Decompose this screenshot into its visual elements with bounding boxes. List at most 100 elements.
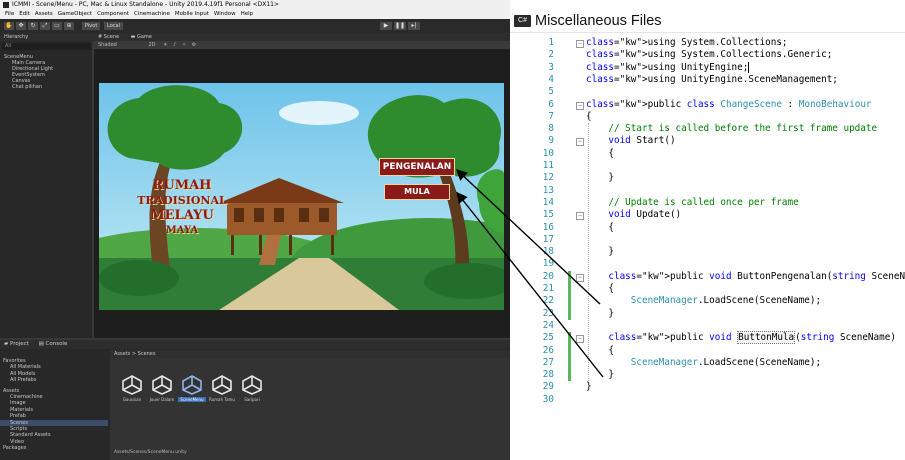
scene-asset[interactable]: Saripari xyxy=(238,374,266,402)
menu-file[interactable]: File xyxy=(5,11,14,17)
game-title: RUMAH TRADISIONAL MELAYU MAYA xyxy=(137,178,227,238)
unity-app-icon xyxy=(3,2,9,8)
hierarchy-item[interactable]: Chat pilihan xyxy=(4,84,53,90)
lighting-icon[interactable]: ☀ xyxy=(163,42,167,48)
gizmos-icon[interactable]: ⚙ xyxy=(192,42,196,48)
menu-gameobject[interactable]: GameObject xyxy=(58,11,92,17)
code-line[interactable]: } xyxy=(586,172,614,184)
code-line[interactable]: SceneManager.LoadScene(SceneName); xyxy=(586,295,821,307)
scene-asset[interactable]: Gaussian xyxy=(118,374,146,402)
code-line[interactable]: class="kw">using UnityEngine; xyxy=(586,61,750,74)
tab-scene[interactable]: Scene xyxy=(104,34,119,40)
line-number: 8 xyxy=(548,123,554,135)
pengenalan-button[interactable]: PENGENALAN xyxy=(379,158,455,176)
menu-assets[interactable]: Assets xyxy=(35,11,53,17)
line-number: 19 xyxy=(542,258,554,270)
tree-item[interactable]: Packages xyxy=(0,445,108,451)
code-line[interactable]: class="kw">public void ButtonPengenalan(… xyxy=(586,271,905,283)
tree-item[interactable]: All Prefabs xyxy=(0,377,108,383)
menu-mobile-input[interactable]: Mobile Input xyxy=(175,11,209,17)
scale-tool-icon[interactable]: ⤢ xyxy=(40,22,50,30)
play-icon[interactable]: ▶ xyxy=(380,22,392,30)
game-title-line: MAYA xyxy=(165,225,199,236)
scene-asset-selected[interactable]: SceneMenu xyxy=(178,374,206,402)
collapse-toggle-icon[interactable]: − xyxy=(576,335,584,344)
code-line[interactable]: { xyxy=(586,111,592,123)
effects-icon[interactable]: ✧ xyxy=(182,42,186,48)
code-line[interactable]: { xyxy=(586,345,614,357)
code-line[interactable]: // Start is called before the first fram… xyxy=(586,123,877,135)
code-line[interactable]: class="kw">using System.Collections; xyxy=(586,37,788,49)
menu-cinemachine[interactable]: Cinemachine xyxy=(134,11,170,17)
scene-asset-label: Jouer Dalam xyxy=(149,397,175,402)
collapse-toggle-icon[interactable]: − xyxy=(576,101,584,110)
code-line[interactable]: class="kw">using System.Collections.Gene… xyxy=(586,49,832,61)
line-number-gutter: 1 2 3 4 5 6 7 8 9 10 11 12 13 14 15 16 17 18 19 20 21 22 23 24 2… xyxy=(510,33,570,460)
change-indicator-bar xyxy=(568,332,571,382)
project-tabs: ▰ Project ▤ Console xyxy=(0,340,510,349)
code-line[interactable]: // Update is called once per frame xyxy=(586,197,798,209)
code-line[interactable]: class="kw">public class ChangeScene : Mo… xyxy=(586,99,872,111)
menu-component[interactable]: Component xyxy=(97,11,129,17)
code-line[interactable]: class="kw">using UnityEngine.SceneManage… xyxy=(586,74,838,86)
tab-project[interactable]: Project xyxy=(10,341,29,347)
line-number: 20 xyxy=(542,270,554,282)
shading-dropdown[interactable]: Shaded xyxy=(98,42,117,48)
code-line[interactable]: { xyxy=(586,222,614,234)
hierarchy-tab[interactable]: Hierarchy xyxy=(0,33,96,41)
code-line[interactable]: { xyxy=(586,148,614,160)
pivot-toggle[interactable]: Pivot xyxy=(82,22,101,30)
scene-panel: # Scene ▬ Game Shaded 2D ☀ ♪ ✧ ⚙ RUMAH T… xyxy=(94,33,510,338)
pause-icon[interactable]: ❚❚ xyxy=(394,22,406,30)
code-line[interactable]: } xyxy=(586,246,614,258)
unity-scene-icon xyxy=(242,375,262,395)
hand-tool-icon[interactable]: ✋ xyxy=(4,22,14,30)
code-line[interactable]: } xyxy=(586,308,614,320)
line-number: 6 xyxy=(548,98,554,110)
local-toggle[interactable]: Local xyxy=(104,22,123,30)
asset-breadcrumb[interactable]: Assets > Scenes xyxy=(110,350,510,358)
line-number: 17 xyxy=(542,233,554,245)
line-number: 14 xyxy=(542,196,554,208)
menu-edit[interactable]: Edit xyxy=(19,11,30,17)
asset-browser: Assets > Scenes Gaussian Jouer Dalam Sce… xyxy=(110,350,510,460)
code-line[interactable]: class="kw">public void ButtonMula(string… xyxy=(586,331,896,345)
indent-guide xyxy=(588,123,589,382)
move-tool-icon[interactable]: ✥ xyxy=(16,22,26,30)
line-number: 3 xyxy=(548,61,554,73)
code-line[interactable]: void Update() xyxy=(586,209,681,221)
collapse-toggle-icon[interactable]: − xyxy=(576,138,584,147)
hierarchy-tree: SceneMenu Main Camera Directional Light … xyxy=(4,54,53,90)
file-title: C# Miscellaneous Files xyxy=(514,11,662,31)
menu-window[interactable]: Window xyxy=(214,11,236,17)
file-title-text: Miscellaneous Files xyxy=(535,13,662,29)
code-line[interactable]: SceneManager.LoadScene(SceneName); xyxy=(586,357,821,369)
collapse-toggle-icon[interactable]: − xyxy=(576,212,584,221)
mode-2d-toggle[interactable]: 2D xyxy=(148,42,155,48)
scene-asset[interactable]: Rumah Tamu xyxy=(208,374,236,402)
tab-console[interactable]: Console xyxy=(46,341,68,347)
audio-icon[interactable]: ♪ xyxy=(173,42,176,48)
line-number: 12 xyxy=(542,172,554,184)
hierarchy-search[interactable]: All xyxy=(2,43,91,50)
line-number: 21 xyxy=(542,283,554,294)
tab-game[interactable]: Game xyxy=(137,34,152,40)
menu-help[interactable]: Help xyxy=(241,11,254,17)
step-icon[interactable]: ▸| xyxy=(408,22,420,30)
line-number: 15 xyxy=(542,209,554,221)
collapse-toggle-icon[interactable]: − xyxy=(576,273,584,282)
transform-tool-icon[interactable]: ⊕ xyxy=(64,22,74,30)
line-number: 5 xyxy=(548,86,554,98)
code-line[interactable]: } xyxy=(586,381,592,393)
scene-asset[interactable]: Jouer Dalam xyxy=(148,374,176,402)
line-number: 13 xyxy=(542,184,554,196)
game-title-line: RUMAH xyxy=(152,178,212,193)
rect-tool-icon[interactable]: ▭ xyxy=(52,22,62,30)
unity-toolbar: ✋ ✥ ↻ ⤢ ▭ ⊕ Pivot Local ▶ ❚❚ ▸| xyxy=(0,19,510,33)
code-line[interactable]: } xyxy=(586,369,614,381)
rotate-tool-icon[interactable]: ↻ xyxy=(28,22,38,30)
code-line[interactable]: void Start() xyxy=(586,135,675,147)
collapse-toggle-icon[interactable]: − xyxy=(576,40,584,48)
code-line[interactable]: { xyxy=(586,283,614,295)
mula-button[interactable]: MULA xyxy=(384,184,450,200)
